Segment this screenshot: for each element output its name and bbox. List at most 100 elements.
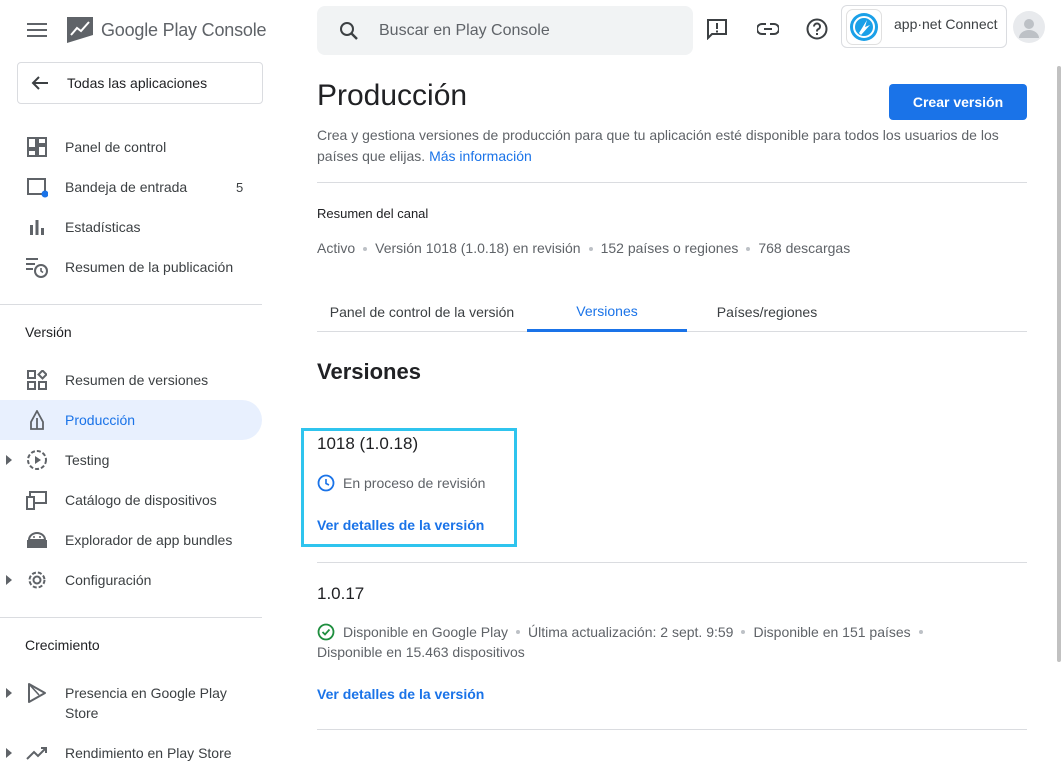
summary-version: Versión 1018 (1.0.18) en revisión	[375, 240, 581, 256]
sidebar-divider	[0, 617, 262, 618]
sidebar-item-label: Bandeja de entrada	[65, 179, 188, 195]
sidebar-item-label: Catálogo de dispositivos	[65, 492, 217, 508]
summary-countries: 152 países o regiones	[600, 240, 739, 256]
section-title-version: Versión	[25, 324, 72, 340]
sidebar-item-label: Rendimiento en Play Store	[65, 745, 232, 761]
separator-dot	[363, 247, 368, 252]
separator-dot	[918, 630, 923, 634]
tab-countries-regions[interactable]: Países/regiones	[687, 292, 847, 332]
sidebar-divider	[0, 304, 262, 305]
view-release-details-link[interactable]: Ver detalles de la versión	[317, 686, 484, 702]
create-release-button[interactable]: Crear versión	[889, 84, 1027, 120]
description-text: Crea y gestiona versiones de producción …	[317, 127, 999, 164]
expand-caret-icon	[6, 455, 12, 465]
sidebar-item-store-performance[interactable]: Rendimiento en Play Store	[0, 733, 262, 773]
separator-dot	[516, 630, 520, 634]
sidebar-item-label: Testing	[65, 452, 110, 468]
play-console-logo-icon	[67, 17, 93, 43]
account-name: app·net Connect	[894, 15, 998, 32]
sidebar-item-label-multiline: Presencia en Google Play Store	[65, 683, 227, 723]
feedback-icon[interactable]	[704, 16, 730, 42]
gear-icon	[25, 568, 49, 592]
section-title-growth: Crecimiento	[25, 637, 100, 653]
expand-caret-icon	[6, 575, 12, 585]
release-status-text: En proceso de revisión	[343, 475, 486, 491]
check-circle-icon	[317, 623, 335, 641]
sidebar-item-testing[interactable]: Testing	[0, 440, 262, 480]
sidebar-item-configuration[interactable]: Configuración	[0, 560, 262, 600]
play-console-logo[interactable]: Google Play Console	[65, 13, 267, 47]
production-icon	[25, 408, 49, 432]
sidebar-item-releases-overview[interactable]: Resumen de versiones	[0, 360, 262, 400]
sidebar-item-label-line1: Presencia en Google Play	[65, 685, 227, 701]
sidebar-item-label: Producción	[65, 412, 136, 428]
scrollbar[interactable]	[1057, 66, 1061, 662]
summary-status: Activo	[317, 240, 356, 256]
release-name: 1018 (1.0.18)	[317, 434, 419, 453]
page-description: Crea y gestiona versiones de producción …	[317, 125, 1027, 167]
sidebar-item-store-presence[interactable]: Presencia en Google Play Store	[0, 680, 262, 726]
summary-downloads: 768 descargas	[758, 240, 851, 256]
dashboard-icon	[25, 135, 49, 159]
stats-icon	[25, 215, 49, 239]
divider	[317, 182, 1027, 183]
release-countries: Disponible en 151 países	[753, 624, 911, 640]
sidebar-item-publishing-overview[interactable]: Resumen de la publicación	[0, 247, 262, 287]
link-icon[interactable]	[755, 16, 781, 42]
expand-caret-icon	[6, 688, 12, 698]
sidebar-item-production[interactable]: Producción	[0, 400, 262, 440]
channel-summary-title: Resumen del canal	[317, 206, 429, 221]
search-bar[interactable]	[317, 6, 693, 55]
view-release-details-link[interactable]: Ver detalles de la versión	[317, 517, 484, 533]
search-input[interactable]	[379, 21, 679, 40]
divider	[317, 562, 1027, 563]
release-name: 1.0.17	[317, 584, 365, 603]
sidebar-item-inbox[interactable]: Bandeja de entrada 5	[0, 167, 262, 207]
top-bar: Google Play Console app·net Connect	[0, 0, 1062, 60]
android-icon	[25, 528, 49, 552]
separator-dot	[741, 630, 746, 634]
clock-icon	[317, 474, 335, 492]
play-store-icon	[25, 681, 49, 705]
help-icon[interactable]	[804, 16, 830, 42]
release-last-update: Última actualización: 2 sept. 9:59	[528, 624, 734, 640]
logo-text: Google Play Console	[101, 19, 267, 40]
inbox-icon	[25, 175, 49, 199]
sidebar-item-label: Resumen de versiones	[65, 372, 209, 388]
sidebar-item-statistics[interactable]: Estadísticas	[0, 207, 262, 247]
avatar[interactable]	[1013, 11, 1045, 43]
release-status: En proceso de revisión	[317, 474, 485, 492]
sidebar-item-dashboard[interactable]: Panel de control	[0, 127, 262, 167]
all-apps-button[interactable]: Todas las aplicaciones	[17, 62, 263, 104]
app-logo-icon	[846, 8, 882, 45]
inbox-count-badge: 5	[236, 179, 244, 195]
release-status-text: Disponible en Google Play	[343, 624, 508, 640]
menu-icon[interactable]	[24, 18, 50, 42]
versions-heading: Versiones	[317, 359, 421, 384]
tab-release-dashboard[interactable]: Panel de control de la versión	[317, 292, 527, 332]
sidebar-item-app-bundle-explorer[interactable]: Explorador de app bundles	[0, 520, 262, 560]
account-switcher[interactable]: app·net Connect	[841, 5, 1007, 48]
sidebar: Todas las aplicaciones Panel de control …	[0, 60, 278, 775]
devices-icon	[25, 488, 49, 512]
testing-icon	[25, 448, 49, 472]
all-apps-label: Todas las aplicaciones	[67, 75, 208, 91]
arrow-back-icon	[31, 76, 48, 90]
more-info-link[interactable]: Más información	[429, 148, 532, 164]
sidebar-item-label: Explorador de app bundles	[65, 532, 233, 548]
releases-overview-icon	[25, 368, 49, 392]
tab-bar: Panel de control de la versión Versiones…	[317, 292, 1027, 332]
tab-releases[interactable]: Versiones	[527, 292, 687, 332]
sidebar-item-label-line2: Store	[65, 705, 99, 721]
expand-caret-icon	[6, 748, 12, 758]
sidebar-item-label: Estadísticas	[65, 219, 141, 235]
sidebar-item-label: Configuración	[65, 572, 152, 588]
sidebar-item-label: Resumen de la publicación	[65, 259, 234, 275]
publishing-overview-icon	[25, 255, 49, 279]
release-status: Disponible en Google Play Última actualiz…	[317, 623, 931, 641]
sidebar-item-label: Panel de control	[65, 139, 167, 155]
release-devices: Disponible en 15.463 dispositivos	[317, 644, 525, 660]
channel-summary: Activo Versión 1018 (1.0.18) en revisión 1…	[317, 240, 850, 256]
sidebar-item-device-catalog[interactable]: Catálogo de dispositivos	[0, 480, 262, 520]
page-title: Producción	[317, 79, 468, 112]
